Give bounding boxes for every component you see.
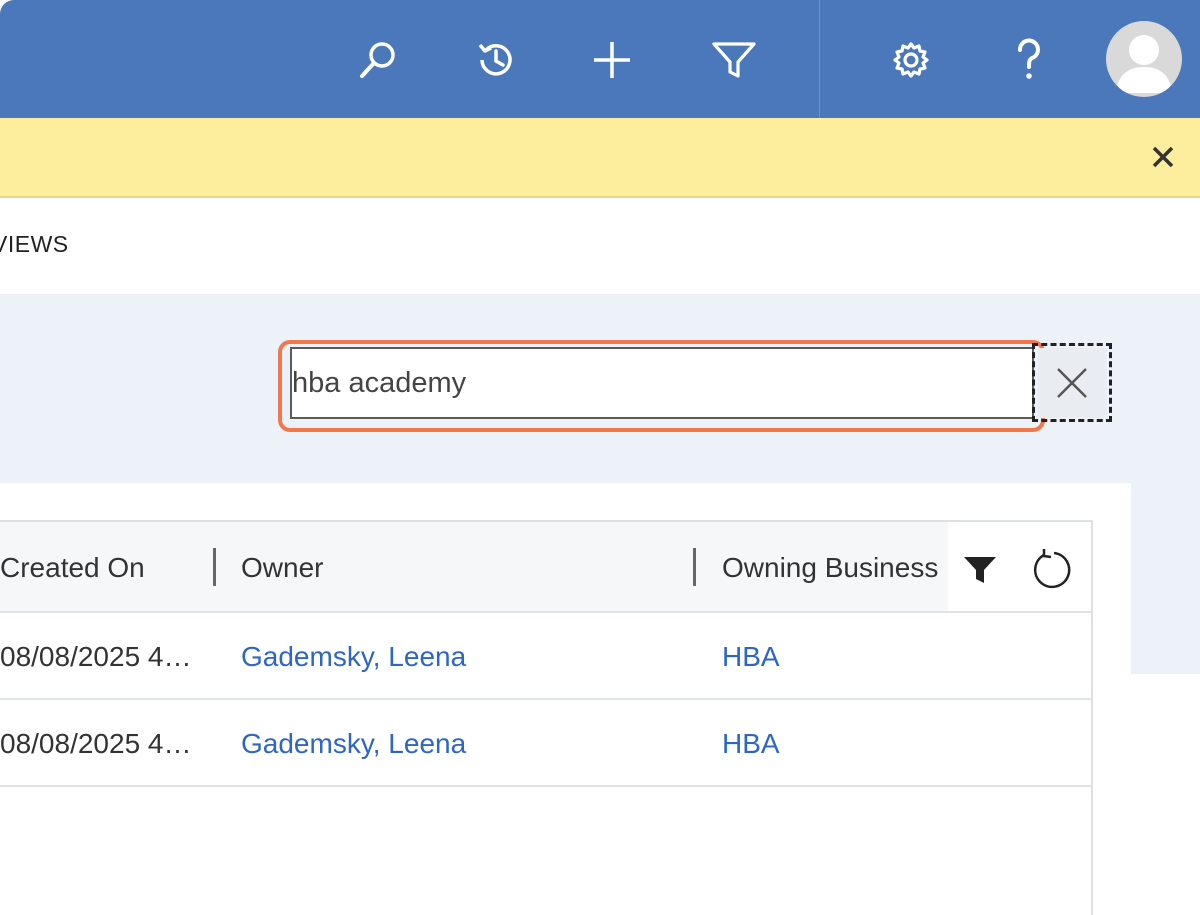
business-unit-link[interactable]: HBA <box>722 728 780 760</box>
recent-button[interactable] <box>466 30 526 90</box>
new-button[interactable] <box>582 30 642 90</box>
topbar-separator <box>819 0 820 118</box>
search-input[interactable] <box>290 347 1034 419</box>
column-header-owner[interactable]: Owner <box>241 552 681 584</box>
business-unit-link[interactable]: HBA <box>722 641 780 673</box>
close-icon <box>1152 146 1174 168</box>
clear-search-button[interactable] <box>1032 343 1112 422</box>
notification-close-button[interactable] <box>1146 140 1180 174</box>
grid-header-actions <box>948 522 1091 611</box>
clear-search-inner <box>1038 347 1106 418</box>
recent-icon <box>478 43 512 76</box>
owner-link[interactable]: Gademsky, Leena <box>241 641 466 673</box>
column-separator[interactable] <box>693 548 696 586</box>
owner-link[interactable]: Gademsky, Leena <box>241 728 466 760</box>
settings-icon <box>893 42 929 78</box>
grid-refresh-button[interactable] <box>1030 548 1074 592</box>
column-header-created-on[interactable]: Created On <box>0 552 205 584</box>
results-grid: Created On Owner Owning Business 08/08/2… <box>0 520 1093 915</box>
help-button[interactable] <box>999 30 1059 90</box>
grid-header: Created On Owner Owning Business <box>0 522 1091 613</box>
user-icon <box>1116 35 1172 93</box>
created-on-cell: 08/08/2025 4… <box>0 641 192 672</box>
views-label[interactable]: VIEWS <box>0 231 69 258</box>
top-nav-bar <box>0 0 1200 118</box>
search-button[interactable] <box>348 30 408 90</box>
table-row[interactable]: 08/08/2025 4… Gademsky, Leena HBA <box>0 700 1091 787</box>
table-row[interactable]: 08/08/2025 4… Gademsky, Leena HBA <box>0 613 1091 700</box>
created-on-cell: 08/08/2025 4… <box>0 728 192 759</box>
filter-icon <box>712 42 756 78</box>
avatar[interactable] <box>1106 21 1182 97</box>
notification-bar <box>0 118 1200 198</box>
funnel-icon <box>964 557 996 583</box>
column-header-owning-business[interactable]: Owning Business <box>722 552 948 584</box>
column-separator[interactable] <box>213 548 216 586</box>
advanced-find-button[interactable] <box>704 30 764 90</box>
grid-filter-button[interactable] <box>960 550 1000 590</box>
refresh-icon <box>1034 549 1071 589</box>
clear-icon <box>1057 367 1087 398</box>
help-icon <box>1018 38 1040 79</box>
settings-button[interactable] <box>881 30 941 90</box>
views-bar: VIEWS <box>0 198 1200 294</box>
search-icon <box>360 42 395 78</box>
add-icon <box>594 42 630 78</box>
